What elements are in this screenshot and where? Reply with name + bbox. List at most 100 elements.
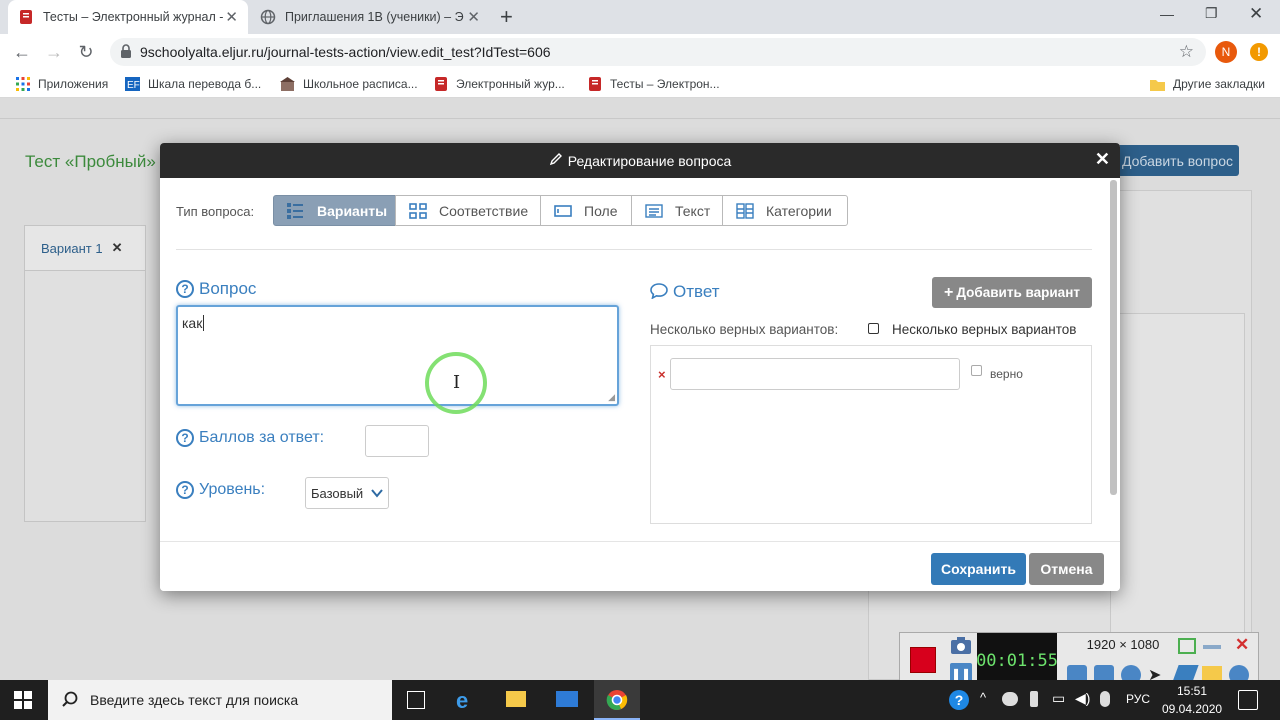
question-heading: ? Вопрос [176, 279, 256, 299]
update-alert-icon[interactable]: ! [1250, 43, 1268, 61]
reload-icon[interactable]: ↻ [72, 38, 100, 66]
mail-icon[interactable] [556, 691, 578, 707]
back-icon[interactable]: ← [8, 38, 36, 66]
minimize-window-icon[interactable]: — [1160, 6, 1174, 22]
question-textarea[interactable]: как ◢ [176, 305, 619, 406]
help-icon[interactable]: ? [176, 481, 194, 499]
answer-heading: Ответ [650, 282, 720, 302]
svg-text:EF: EF [127, 80, 140, 91]
bookmark-label: Другие закладки [1173, 77, 1265, 91]
browser-tab-active[interactable]: Тесты – Электронный журнал - ✕ [8, 0, 248, 34]
school-icon [280, 76, 295, 92]
add-question-button[interactable]: Добавить вопрос [1110, 145, 1239, 176]
cancel-button[interactable]: Отмена [1029, 553, 1104, 585]
file-explorer-icon[interactable] [506, 691, 526, 707]
chrome-taskbar-button[interactable] [594, 680, 640, 720]
bookmark-label: Тесты – Электрон... [610, 77, 720, 91]
tab-label: Вариант 1 [41, 240, 103, 256]
windows-start-icon[interactable] [14, 691, 32, 712]
grid-icon [408, 202, 427, 219]
address-bar[interactable]: 9schoolyalta.eljur.ru/journal-tests-acti… [110, 38, 1206, 66]
level-label: Уровень: [199, 481, 266, 498]
apps-grid-icon [15, 77, 30, 92]
correct-checkbox[interactable] [971, 365, 982, 376]
remove-variant-icon[interactable]: × [658, 367, 666, 382]
question-text: как [182, 315, 203, 331]
tab-variant-1[interactable]: Вариант 1 ✕ [24, 225, 146, 271]
close-icon[interactable]: ✕ [467, 8, 480, 26]
answer-label: Ответ [673, 282, 720, 301]
variants-list: × верно [650, 345, 1092, 524]
bookmark-item[interactable]: Тесты – Электрон... [587, 70, 720, 98]
tab-title: Приглашения 1В (ученики) – Э [285, 10, 464, 24]
edit-question-modal: Редактирование вопроса ✕ Тип вопроса: Ва… [160, 143, 1120, 591]
help-icon[interactable]: ? [176, 280, 194, 298]
question-type-label: Тип вопроса: [176, 204, 255, 219]
modal-footer: Сохранить Отмена [160, 541, 1120, 591]
close-icon[interactable]: ✕ [112, 240, 123, 256]
folder-icon [1150, 77, 1165, 92]
other-bookmarks[interactable]: Другие закладки [1150, 70, 1265, 98]
type-field-button[interactable]: Поле [540, 195, 632, 226]
task-view-icon[interactable] [407, 691, 425, 709]
type-text-button[interactable]: Текст [631, 195, 723, 226]
bookmarks-bar: Приложения EF Шкала перевода б... Школьн… [0, 70, 1280, 98]
add-variant-button[interactable]: + Добавить вариант [932, 277, 1092, 308]
microphone-icon[interactable] [1100, 691, 1110, 707]
volume-icon[interactable]: ◀) [1075, 690, 1090, 707]
save-button[interactable]: Сохранить [931, 553, 1026, 585]
close-icon[interactable]: ✕ [1095, 149, 1110, 170]
new-tab-button[interactable]: + [500, 4, 513, 30]
type-matching-button[interactable]: Соответствие [395, 195, 541, 226]
comment-icon [650, 282, 668, 302]
minimize-icon[interactable] [1203, 645, 1221, 649]
notifications-icon[interactable] [1238, 690, 1258, 710]
bookmark-item[interactable]: Электронный жур... [433, 70, 565, 98]
bookmark-apps[interactable]: Приложения [15, 70, 108, 98]
help-icon[interactable]: ? [176, 429, 194, 447]
cloud-icon[interactable] [1002, 692, 1018, 706]
browser-tab[interactable]: Приглашения 1В (ученики) – Э ✕ [250, 0, 490, 34]
resize-handle-icon[interactable]: ◢ [608, 392, 615, 403]
close-icon[interactable]: ✕ [225, 8, 238, 26]
modal-scrollbar[interactable] [1110, 180, 1117, 495]
stop-record-button[interactable] [910, 647, 936, 673]
type-categories-button[interactable]: Категории [722, 195, 848, 226]
multiple-answers-checkbox[interactable] [868, 323, 879, 334]
camera-icon[interactable] [950, 636, 972, 656]
bookmark-label: Шкала перевода б... [148, 77, 262, 91]
taskbar-search[interactable]: Введите здесь текст для поиска [48, 680, 392, 720]
clock-time: 15:51 [1176, 684, 1208, 698]
scroll-panel [1110, 313, 1245, 683]
type-variants-button[interactable]: Варианты [273, 195, 396, 226]
battery-icon[interactable] [1030, 691, 1038, 707]
forward-icon[interactable]: → [40, 38, 68, 66]
help-icon[interactable]: ? [949, 690, 969, 710]
text-icon [644, 203, 663, 219]
input-field-icon [553, 203, 572, 219]
language-indicator[interactable]: РУС [1126, 692, 1150, 706]
network-icon[interactable]: ▭ [1052, 690, 1065, 707]
bookmark-label: Школьное расписа... [303, 77, 418, 91]
avatar[interactable]: N [1215, 41, 1237, 63]
modal-title: Редактирование вопроса [567, 152, 732, 169]
star-icon[interactable]: ☆ [1179, 42, 1194, 62]
level-select[interactable]: Базовый [305, 477, 389, 509]
variant-input[interactable] [670, 358, 960, 390]
score-input[interactable] [365, 425, 429, 457]
close-icon[interactable]: ✕ [1235, 635, 1249, 655]
close-window-icon[interactable]: ✕ [1249, 4, 1263, 24]
clock[interactable]: 15:51 09.04.2020 [1162, 682, 1222, 718]
text-cursor-icon: I [453, 372, 461, 393]
bookmark-item[interactable]: Школьное расписа... [280, 70, 418, 98]
edge-icon[interactable]: e [456, 688, 468, 714]
restore-window-icon[interactable]: ❐ [1205, 5, 1218, 22]
journal-icon [18, 9, 34, 25]
question-label: Вопрос [199, 279, 257, 298]
region-icon[interactable] [1178, 638, 1196, 654]
divider [176, 249, 1092, 250]
chevron-up-icon[interactable]: ^ [980, 690, 986, 705]
tab-title: Тесты – Электронный журнал - [43, 10, 224, 24]
chevron-down-icon [371, 486, 383, 501]
bookmark-item[interactable]: EF Шкала перевода б... [125, 70, 261, 98]
